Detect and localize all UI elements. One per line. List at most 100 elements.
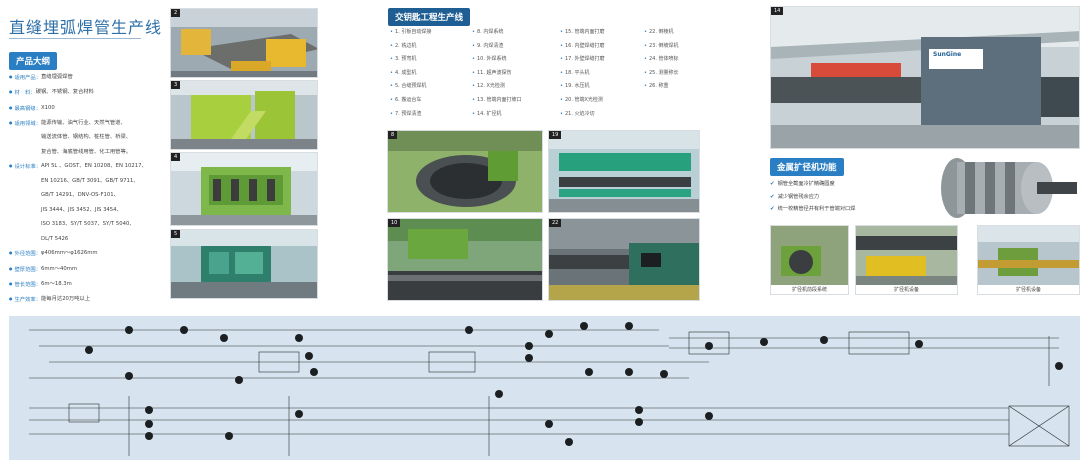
photo-inner-welding: 8 — [387, 130, 543, 213]
expander-feature: 减少钢管残余应力 — [770, 191, 855, 204]
outer-welding-illustration — [388, 219, 542, 300]
photo-number: 5 — [171, 230, 181, 238]
photo-chamfering: 22 — [548, 218, 700, 301]
photo-number: 22 — [549, 219, 562, 227]
photo-number: 10 — [388, 219, 401, 227]
spec-list: 适用产品：直缝埋弧焊管材 料：碳钢、不锈钢、复合材料最高钢级：X100适用领域：… — [9, 70, 159, 307]
spec-value: 能每月达20万吨以上 — [41, 292, 90, 307]
spec-label: 适用产品： — [9, 70, 42, 85]
expander-heading: 金属扩径机功能 — [770, 158, 844, 176]
process-step: 14. 扩径机 — [472, 110, 560, 124]
spec-label: 生产效率： — [9, 292, 42, 307]
process-heading: 交钥匙工程生产线 — [388, 8, 471, 26]
spec-label: 最高钢级： — [9, 101, 42, 116]
plant-layout-drawing — [9, 316, 1080, 460]
photo-caption: 扩径机设备 — [856, 285, 957, 294]
inner-welding-illustration — [388, 131, 542, 212]
process-step: 8. 内焊系统 — [472, 28, 560, 42]
spec-value-line: DL/T 5426 — [41, 235, 69, 242]
photo-expander: 14 SunGine — [770, 6, 1080, 149]
expander-illustration — [771, 7, 1079, 148]
spec-value-line: 6m～18.3m — [41, 280, 72, 287]
spec-value-line: φ406mm～φ1626mm — [41, 250, 98, 257]
photo-expander-equipment: 扩径机设备 — [855, 225, 958, 295]
photo-welding-station: 5 — [170, 229, 318, 299]
process-step: 1. 引板自动焊接 — [390, 28, 472, 42]
spec-label: 适用领域： — [9, 116, 42, 160]
spec-row: 设计标准：API 5L 、GOST、EN 10208、EN 10217、 EN 1… — [9, 159, 159, 246]
process-step: 11. 超声波探伤 — [472, 69, 560, 83]
title-divider — [9, 38, 141, 39]
spec-label: 设计标准： — [9, 159, 42, 246]
expander-features: 钢管全截面冷扩精确圆度减少钢管残余应力统一校精管径并有利于管端对口焊 — [770, 178, 856, 216]
process-step: 16. 内壁焊缝打磨 — [560, 42, 644, 56]
layout-schematic — [29, 322, 1070, 456]
process-step: 17. 外壁焊缝打磨 — [560, 55, 644, 69]
photo-number: 3 — [171, 81, 181, 89]
spec-value: 碳钢、不锈钢、复合材料 — [36, 85, 94, 100]
process-step: 20. 管端X光检测 — [560, 96, 644, 110]
spec-value-line: GB/T 14291、DNV-OS-F101、 — [41, 192, 119, 199]
photo-outer-welding: 10 — [387, 218, 543, 301]
spec-value-line: X100 — [41, 104, 55, 111]
process-step: 15. 管端内面打磨 — [560, 28, 644, 42]
photo-number: 19 — [549, 131, 562, 139]
spec-value-line: ISO 3183、SY/T 5037、SY/T 5040、 — [41, 221, 135, 228]
process-step: 4. 成型机 — [390, 69, 472, 83]
spec-label: 壁厚范围： — [9, 262, 42, 277]
spec-value: 6mm～40mm — [41, 262, 77, 277]
spec-row: 材 料：碳钢、不锈钢、复合材料 — [9, 85, 159, 100]
photo-expander-front: 扩径机前段系统 — [770, 225, 849, 295]
process-step: 19. 水压机 — [560, 82, 644, 96]
process-step: 13. 管端内面打坡口 — [472, 96, 560, 110]
process-step: 9. 内焊清渣 — [472, 42, 560, 56]
spec-row: 生产效率：能每月达20万吨以上 — [9, 292, 159, 307]
chamfering-illustration — [549, 219, 699, 300]
spec-value: API 5L 、GOST、EN 10208、EN 10217、 EN 10216、… — [41, 159, 147, 246]
process-step: 3. 预弯机 — [390, 55, 472, 69]
process-step: 2. 铣边机 — [390, 42, 472, 56]
photo-number: 8 — [388, 131, 398, 139]
expander-feature: 统一校精管径并有利于管端对口焊 — [770, 203, 856, 216]
process-step: 18. 平头机 — [560, 69, 644, 83]
spec-value-line: 输送流体管、钢结构、桩柱管、桥梁、 — [41, 134, 132, 141]
photo-press: 4 — [170, 152, 318, 226]
photo-number: 14 — [771, 7, 784, 15]
process-step: 25. 测量称长 — [644, 69, 704, 83]
sungine-logo: SunGine — [933, 51, 962, 58]
process-step: 7. 预焊清渣 — [390, 110, 472, 124]
process-step: 21. 火焰冷切 — [560, 110, 644, 124]
spec-row: 适用领域：能源传输、油气行业、天然气管道、输送流体管、钢结构、桩柱管、桥梁、复合… — [9, 116, 159, 160]
spec-row: 壁厚范围：6mm～40mm — [9, 262, 159, 277]
spec-value: φ406mm～φ1626mm — [41, 246, 98, 261]
press-illustration — [171, 153, 317, 225]
spec-value-line: EN 10216、GB/T 3091、GB/T 9711、 — [41, 177, 139, 184]
process-step: 5. 合缝预焊机 — [390, 82, 472, 96]
spec-label: 外径范围： — [9, 246, 42, 261]
spec-value-line: 能源传输、油气行业、天然气管道、 — [41, 119, 126, 126]
spec-value-line: 直缝埋弧焊管 — [41, 74, 73, 80]
process-step: 26. 称重 — [644, 82, 704, 96]
photo-caption: 扩径机设备 — [978, 285, 1079, 294]
spec-value: 6m～18.3m — [41, 277, 72, 292]
forming-line-illustration — [171, 81, 317, 149]
process-step: 22. 倒棱机 — [644, 28, 704, 42]
spec-value: 直缝埋弧焊管 — [41, 70, 73, 85]
process-step: 12. X光检测 — [472, 82, 560, 96]
spec-row: 最高钢级：X100 — [9, 101, 159, 116]
cylinder-illustration — [935, 152, 1080, 224]
product-overview-heading: 产品大纲 — [9, 52, 58, 70]
spec-label: 管长范围： — [9, 277, 42, 292]
photo-hydro-tester: 19 — [548, 130, 700, 213]
expander-cylinder-image — [935, 152, 1080, 224]
process-step: 6. 搬运台车 — [390, 96, 472, 110]
hydro-tester-illustration — [549, 131, 699, 212]
process-step: 10. 外焊系统 — [472, 55, 560, 69]
spec-label: 材 料： — [9, 85, 36, 100]
spec-value: 能源传输、油气行业、天然气管道、 输送流体管、钢结构、桩柱管、桥梁、 复合管、海底管… — [41, 116, 131, 160]
welding-station-illustration — [171, 230, 317, 298]
milling-machine-illustration — [171, 9, 317, 77]
process-step: 24. 管体喷标 — [644, 55, 704, 69]
process-step: 23. 倒坡焊机 — [644, 42, 704, 56]
page-title: 直缝埋弧焊管生产线 — [9, 18, 163, 37]
